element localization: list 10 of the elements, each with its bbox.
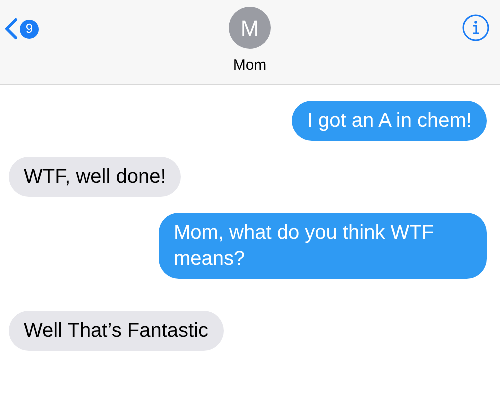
message-bubble: WTF, well done! <box>9 157 182 197</box>
message-bubble: I got an A in chem! <box>292 101 487 141</box>
back-chevron-icon <box>4 18 18 40</box>
message-bubble: Well That’s Fantastic <box>9 311 224 351</box>
back-button[interactable]: 9 <box>4 18 39 40</box>
unread-badge: 9 <box>20 20 39 38</box>
info-icon[interactable] <box>462 14 490 42</box>
message-bubble: Mom, what do you think WTF means? <box>159 213 487 279</box>
contact-name: Mom <box>233 56 267 76</box>
contact-avatar[interactable]: M <box>229 7 271 49</box>
